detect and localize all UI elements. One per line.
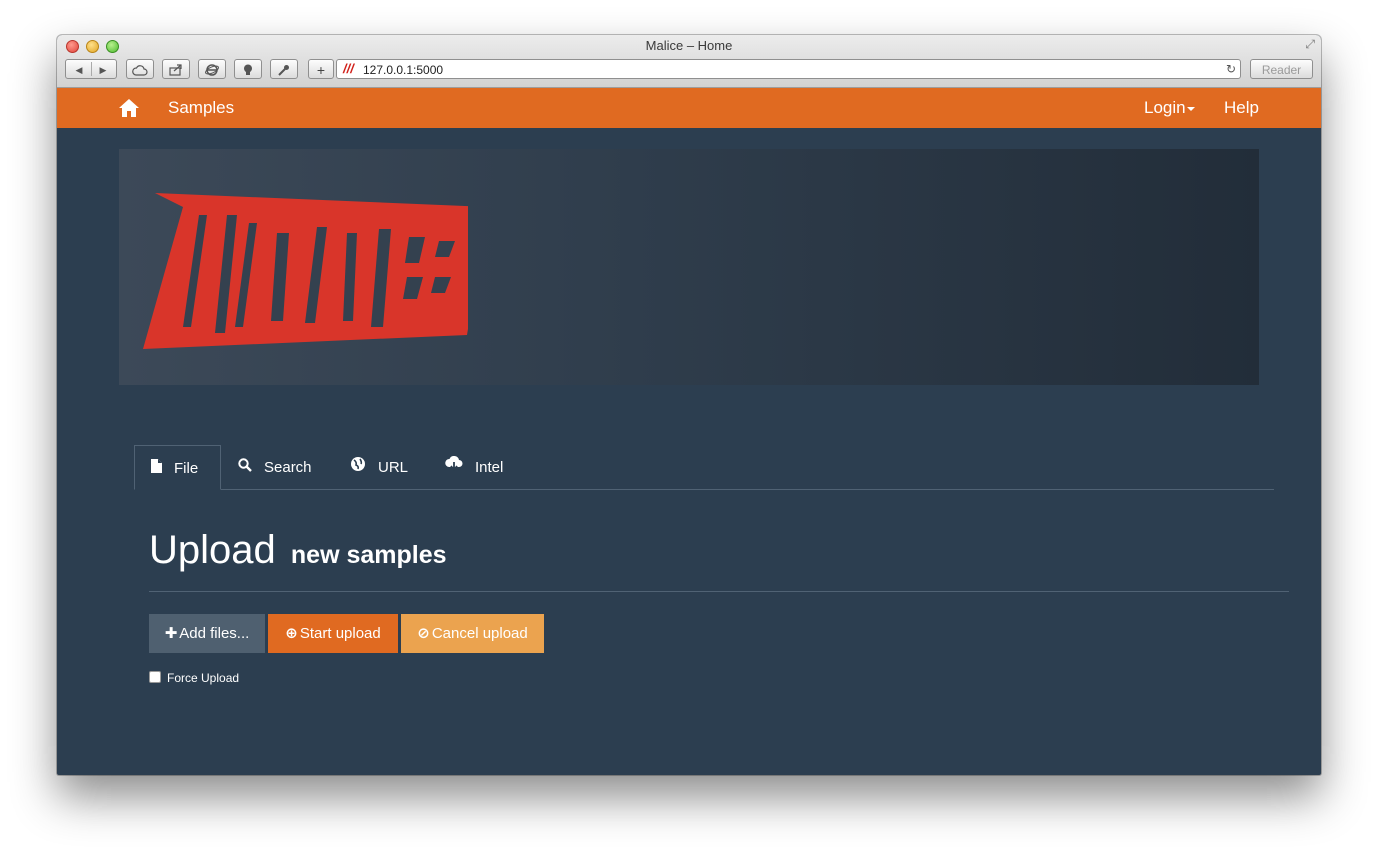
nav-help-link[interactable]: Help — [1224, 98, 1259, 118]
fullscreen-icon[interactable]: ⤢ — [1305, 37, 1315, 52]
ie-icon — [205, 64, 219, 76]
upload-subtitle: new samples — [290, 541, 447, 569]
wrench-icon — [278, 65, 289, 76]
start-upload-label: Start upload — [299, 625, 381, 642]
tab-url[interactable]: URL — [350, 445, 408, 488]
force-upload-label: Force Upload — [167, 671, 240, 685]
bulb-button[interactable] — [234, 59, 262, 79]
new-tab-button[interactable]: + — [308, 59, 334, 79]
malice-favicon-icon: /// — [343, 61, 354, 76]
divider — [91, 62, 92, 76]
reader-button[interactable]: Reader — [1250, 59, 1313, 79]
nav-login-dropdown[interactable]: Login — [1144, 98, 1195, 118]
browser-window: Malice – Home ⤢ ◀ ▶ + /// 127.0.0.1:5000 … — [57, 35, 1321, 775]
force-upload-checkbox[interactable]: Force Upload — [149, 671, 239, 685]
tab-intel-label: Intel — [475, 459, 504, 476]
top-navbar: Samples Login Help — [57, 88, 1321, 128]
add-files-label: Add files... — [179, 625, 250, 642]
share-icon — [169, 64, 182, 76]
tab-file[interactable]: File — [134, 445, 221, 490]
upload-title-main: Upload — [149, 528, 276, 572]
icloud-tabs-button[interactable] — [126, 59, 154, 79]
plus-icon: ✚ — [164, 625, 178, 642]
malice-logo — [143, 193, 468, 349]
back-arrow-icon[interactable]: ◀ — [67, 60, 91, 80]
divider — [149, 591, 1289, 592]
globe-icon — [350, 445, 366, 489]
upload-circle-icon: ⊕ — [285, 625, 298, 642]
tab-search[interactable]: Search — [238, 445, 312, 488]
search-icon — [238, 445, 252, 489]
nav-samples-link[interactable]: Samples — [168, 98, 234, 118]
cloud-download-icon — [445, 445, 463, 489]
add-files-button[interactable]: ✚ Add files... — [149, 614, 265, 653]
ie-button[interactable] — [198, 59, 226, 79]
hero-banner — [119, 149, 1259, 385]
forward-arrow-icon[interactable]: ▶ — [91, 60, 115, 80]
nav-login-label: Login — [1144, 98, 1186, 117]
share-button[interactable] — [162, 59, 190, 79]
tools-button[interactable] — [270, 59, 298, 79]
upload-tabs: File Search URL Intel — [134, 445, 1274, 490]
address-bar[interactable]: /// 127.0.0.1:5000 ↻ — [336, 59, 1241, 79]
cancel-upload-button[interactable]: ⊘ Cancel upload — [401, 614, 544, 653]
tab-file-label: File — [174, 460, 199, 477]
ban-circle-icon: ⊘ — [417, 625, 430, 642]
home-icon[interactable] — [118, 97, 140, 119]
tab-url-label: URL — [378, 459, 409, 476]
reload-icon[interactable]: ↻ — [1226, 62, 1236, 76]
browser-chrome: Malice – Home ⤢ ◀ ▶ + /// 127.0.0.1:5000 … — [57, 35, 1321, 88]
caret-down-icon — [1186, 106, 1195, 111]
start-upload-button[interactable]: ⊕ Start upload — [268, 614, 398, 653]
page-title: Upload new samples — [149, 528, 447, 573]
tab-intel[interactable]: Intel — [445, 445, 503, 488]
tab-search-label: Search — [264, 459, 312, 476]
cloud-icon — [132, 65, 148, 76]
cancel-upload-label: Cancel upload — [431, 625, 528, 642]
back-forward-buttons: ◀ ▶ — [65, 59, 117, 79]
lightbulb-icon — [244, 64, 252, 75]
url-text[interactable]: 127.0.0.1:5000 — [363, 63, 443, 77]
window-title: Malice – Home — [645, 38, 733, 53]
file-icon — [150, 446, 162, 490]
checkbox[interactable] — [149, 671, 161, 683]
